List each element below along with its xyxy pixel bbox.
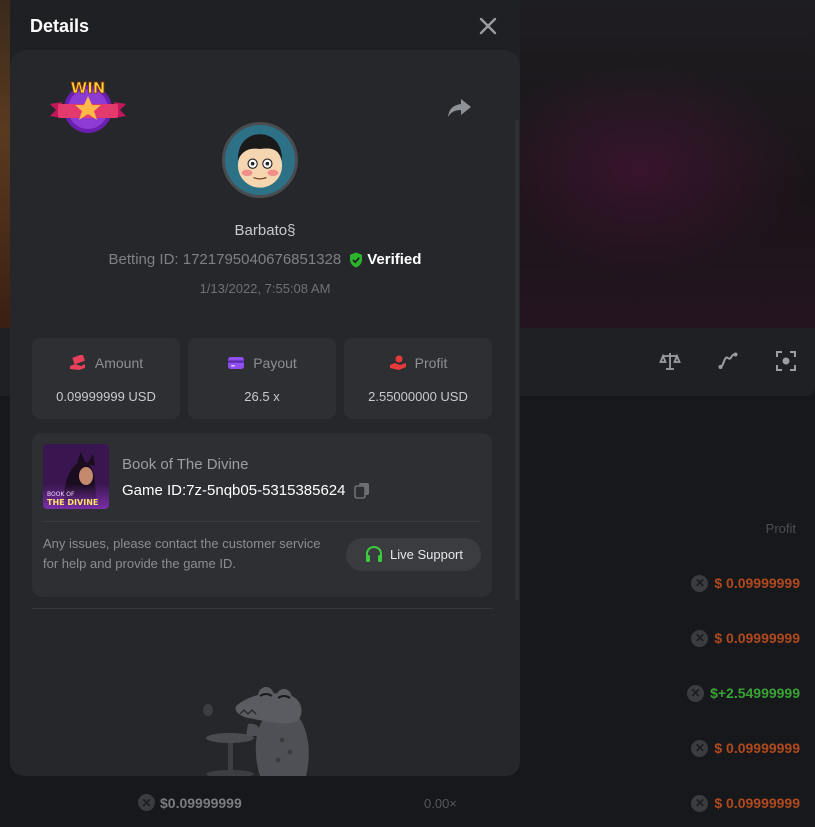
crocodile-mascot-icon — [203, 687, 309, 776]
profit-value: $+2.54999999 — [710, 685, 800, 701]
table-row: ✕ $ 0.09999999 — [660, 792, 800, 814]
shield-check-icon — [350, 252, 363, 267]
chart-curve-icon[interactable] — [717, 350, 739, 372]
close-circle-icon: ✕ — [691, 629, 709, 647]
support-text: Any issues, please contact the customer … — [43, 536, 321, 571]
close-circle-icon: ✕ — [691, 574, 709, 592]
wallet-icon — [228, 357, 245, 369]
divider — [32, 608, 493, 609]
share-icon — [448, 99, 471, 117]
svg-text:THE DIVINE: THE DIVINE — [47, 498, 98, 507]
table-row: ✕ $ 0.09999999 — [660, 572, 800, 594]
close-circle-icon: ✕ — [138, 794, 155, 811]
payout-card: Payout 26.5 x — [188, 338, 336, 419]
betting-id-row: Betting ID: 1721795040676851328 Verified — [10, 251, 520, 268]
profit-hand-icon — [389, 355, 406, 370]
profit-value: $ 0.09999999 — [714, 630, 800, 646]
profit-value: $ 0.09999999 — [714, 795, 800, 811]
amount-card: Amount 0.09999999 USD — [32, 338, 180, 419]
profit-value: 2.55000000 USD — [368, 389, 468, 404]
game-info-card: BOOK OF THE DIVINE Book of The Divine Ga… — [32, 433, 492, 597]
table-row: ✕ $+2.54999999 — [660, 682, 800, 704]
svg-text:BOOK OF: BOOK OF — [47, 491, 75, 498]
game-id: Game ID:7z-5nqb05-5315385624 — [122, 481, 346, 499]
table-row: ✕ $ 0.09999999 — [660, 737, 800, 759]
money-hand-icon — [69, 355, 85, 370]
scale-icon[interactable] — [659, 350, 681, 372]
amount-value: 0.09999999 USD — [56, 389, 156, 404]
copy-icon[interactable] — [353, 481, 371, 499]
modal-title: Details — [30, 16, 90, 36]
svg-text:WIN: WIN — [71, 79, 106, 97]
close-icon — [479, 17, 497, 35]
profit-value: $ 0.09999999 — [714, 740, 800, 756]
divider — [43, 521, 481, 522]
close-button[interactable] — [476, 14, 500, 38]
share-button[interactable] — [446, 96, 472, 120]
game-name[interactable]: Book of The Divine — [122, 456, 248, 473]
bet-details-modal: Details WIN Barbato§ Betting ID: 1721795… — [10, 0, 520, 776]
bet-datetime: 1/13/2022, 7:55:08 AM — [199, 281, 331, 296]
username: Barbato§ — [234, 222, 296, 239]
profit-value: $ 0.09999999 — [714, 575, 800, 591]
game-thumbnail[interactable]: BOOK OF THE DIVINE — [43, 444, 109, 509]
betting-id[interactable]: Betting ID: 1721795040676851328 — [109, 251, 342, 268]
close-circle-icon: ✕ — [691, 794, 709, 812]
table-row: ✕ $ 0.09999999 — [660, 627, 800, 649]
avatar — [222, 122, 298, 198]
profit-card: Profit 2.55000000 USD — [344, 338, 492, 419]
bottom-row-amount: ✕ $0.09999999 — [138, 794, 242, 811]
game-id-row: Game ID:7z-5nqb05-5315385624 — [122, 481, 371, 499]
win-badge-icon: WIN — [50, 79, 126, 133]
close-circle-icon: ✕ — [687, 684, 705, 702]
scrollbar[interactable] — [515, 120, 519, 600]
profit-column-header: Profit — [765, 521, 796, 536]
live-support-button[interactable]: Live Support — [346, 538, 481, 571]
payout-value: 26.5 x — [244, 389, 280, 404]
headset-icon — [366, 545, 382, 562]
bottom-row-multiplier: 0.00× — [424, 796, 457, 811]
verified-badge: Verified — [349, 251, 421, 268]
close-circle-icon: ✕ — [691, 739, 709, 757]
fullscreen-icon[interactable] — [775, 350, 797, 372]
